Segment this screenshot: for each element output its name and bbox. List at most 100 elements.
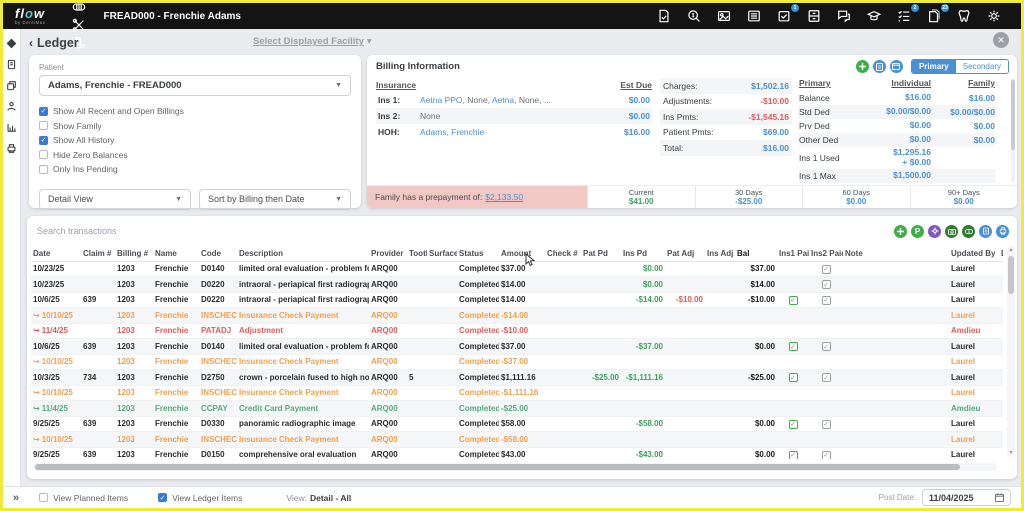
column-header-note[interactable]: Note	[843, 246, 949, 261]
transaction-row[interactable]: 10/23/25 1203FrenchieD0220 intraoral - p…	[31, 277, 1003, 293]
checkbox-icon[interactable]	[39, 493, 48, 502]
column-header-date[interactable]: Date	[31, 246, 81, 261]
transaction-row[interactable]: ↪10/10/25 1203FrenchieINSCHECK Insurance…	[31, 385, 1003, 401]
column-header-amount[interactable]: Amount	[499, 246, 545, 261]
primary-tab[interactable]: Primary	[912, 60, 956, 73]
camera-button[interactable]	[945, 225, 958, 238]
diamond-icon[interactable]	[6, 37, 18, 49]
close-button[interactable]: ✕	[993, 32, 1009, 48]
sort-mode-select[interactable]: Sort by Billing then Date▼	[199, 189, 351, 210]
add-payment-button[interactable]	[856, 60, 869, 73]
transaction-row[interactable]: 9/25/25 6391203FrenchieD0150 comprehensi…	[31, 447, 1003, 459]
filter-hide-zero-balances[interactable]: Hide Zero Balances	[39, 148, 351, 163]
transaction-row[interactable]: ↪11/4/25 1203FrenchieCCPAY Credit Card P…	[31, 401, 1003, 417]
vertical-scrollbar[interactable]: ▲▼	[1007, 246, 1015, 457]
ins2-paid-checkbox[interactable]: ✓	[822, 342, 831, 351]
ins1-paid-checkbox[interactable]: ✓	[789, 451, 798, 460]
facility-selector[interactable]: Select Displayed Facility▾	[253, 36, 372, 47]
ins1-paid-checkbox[interactable]: ✓	[789, 373, 798, 382]
ins1-paid-checkbox[interactable]: ✓	[789, 420, 798, 429]
patient-select[interactable]: Adams, Frenchie - FREAD000▼	[39, 75, 351, 96]
insurance-row[interactable]: Ins 1: Aetna PPO, None, Aetna, None, ...…	[376, 92, 652, 108]
prepayment-amount-link[interactable]: $2,133.50	[485, 192, 523, 202]
back-chevron-icon[interactable]: ‹	[29, 36, 33, 50]
filter-only-ins-pending[interactable]: Only Ins Pending	[39, 162, 351, 177]
checkbox-icon[interactable]	[39, 165, 48, 174]
flow-logo[interactable]: flow by DentiMax	[15, 7, 46, 26]
ins2-paid-checkbox[interactable]: ✓	[822, 420, 831, 429]
ins2-paid-checkbox[interactable]: ✓	[822, 280, 831, 289]
print-button[interactable]	[996, 225, 1009, 238]
column-header-billing-[interactable]: Billing #	[115, 246, 153, 261]
person-icon[interactable]	[6, 100, 18, 112]
view-planned-items-checkbox[interactable]: View Planned Items	[39, 493, 128, 503]
insurance-column-header[interactable]: Insurance	[376, 80, 416, 90]
column-header-status[interactable]: Status	[457, 246, 499, 261]
view-mode-select[interactable]: Detail View▼	[39, 189, 191, 210]
chart-icon[interactable]	[6, 121, 18, 133]
transaction-row[interactable]: 10/6/25 6391203FrenchieD0140 limited ora…	[31, 339, 1003, 355]
tooth-icon[interactable]	[952, 7, 976, 25]
insurance-row[interactable]: HOH: Adams, Frenchie $16.00	[376, 124, 652, 140]
column-header-bal[interactable]: Bal	[735, 246, 777, 261]
transaction-row[interactable]: 10/23/25 1203FrenchieD0140 limited oral …	[31, 261, 1003, 277]
expand-icon[interactable]: »	[13, 492, 19, 504]
transaction-row[interactable]: 10/6/25 6391203FrenchieD0220 intraoral -…	[31, 292, 1003, 308]
ins2-paid-checkbox[interactable]: ✓	[822, 296, 831, 305]
post-date-input[interactable]	[929, 493, 987, 503]
stack-icon[interactable]	[6, 79, 18, 91]
settings-icon[interactable]	[982, 7, 1006, 25]
secondary-tab[interactable]: Secondary	[956, 60, 1008, 73]
horizontal-scrollbar[interactable]	[33, 463, 997, 471]
checkbox-icon[interactable]	[39, 150, 48, 159]
checkbox-icon[interactable]: ✓	[39, 107, 48, 116]
transaction-row[interactable]: ↪10/10/25 1203FrenchieINSCHECK Insurance…	[31, 308, 1003, 324]
ins2-paid-checkbox[interactable]: ✓	[822, 265, 831, 274]
note-icon[interactable]	[6, 58, 18, 70]
documents-icon[interactable]: 23	[922, 7, 946, 25]
ins1-paid-checkbox[interactable]: ✓	[789, 342, 798, 351]
search-input[interactable]	[35, 223, 375, 239]
graduation-cap-icon[interactable]	[862, 7, 886, 25]
column-header-code[interactable]: Code	[199, 246, 237, 261]
column-header-provider[interactable]: Provider	[369, 246, 407, 261]
cabinet-icon[interactable]	[802, 7, 826, 25]
insurance-row[interactable]: Ins 2: None $0.00	[376, 108, 652, 124]
procedures-icon[interactable]	[67, 16, 91, 34]
checkbox-icon[interactable]	[39, 121, 48, 130]
add-button[interactable]	[894, 225, 907, 238]
statement-button[interactable]	[873, 60, 886, 73]
checkbox-icon[interactable]: ✓	[39, 136, 48, 145]
document-check-icon[interactable]	[652, 7, 676, 25]
search-dollar-icon[interactable]	[682, 7, 706, 25]
family-column-header[interactable]: Family	[931, 78, 995, 91]
column-header-pat-adj[interactable]: Pat Adj	[665, 246, 705, 261]
filter-show-all-history[interactable]: ✓ Show All History	[39, 133, 351, 148]
column-header-pat-pd[interactable]: Pat Pd	[581, 246, 621, 261]
column-header-name[interactable]: Name	[153, 246, 199, 261]
list-icon[interactable]	[742, 7, 766, 25]
filter-show-family[interactable]: Show Family	[39, 119, 351, 134]
transaction-row[interactable]: ↪10/10/25 1203FrenchieINSCHECK Insurance…	[31, 432, 1003, 448]
transaction-row[interactable]: 10/3/25 7341203FrenchieD2750 crown - por…	[31, 370, 1003, 386]
column-header-surface[interactable]: Surface	[427, 246, 457, 261]
column-header-claim-[interactable]: Claim #	[81, 246, 115, 261]
individual-column-header[interactable]: Individual	[865, 78, 931, 91]
ins2-paid-checkbox[interactable]: ✓	[822, 451, 831, 460]
primary-column-header[interactable]: Primary	[799, 78, 831, 91]
column-header-description[interactable]: Description	[237, 246, 369, 261]
view-ledger-items-checkbox[interactable]: ✓ View Ledger Items	[158, 493, 242, 503]
filter-show-all-recent-and-open-billings[interactable]: ✓ Show All Recent and Open Billings	[39, 104, 351, 119]
transaction-row[interactable]: ↪11/4/25 1203FrenchiePATADJ AdjustmentAR…	[31, 323, 1003, 339]
transaction-row[interactable]: ↪10/10/25 1203FrenchieINSCHECK Insurance…	[31, 354, 1003, 370]
column-header-tooth[interactable]: Tooth	[407, 246, 427, 261]
est-due-column-header[interactable]: Est Due	[620, 80, 652, 90]
payment-card-button[interactable]	[890, 60, 903, 73]
checklist-icon[interactable]: 2	[892, 7, 916, 25]
calendar-check-icon[interactable]: 1	[772, 7, 796, 25]
pill-button[interactable]	[962, 225, 975, 238]
dentures-icon[interactable]	[67, 0, 91, 16]
ins1-paid-checkbox[interactable]: ✓	[789, 296, 798, 305]
column-header-ins-pd[interactable]: Ins Pd	[621, 246, 665, 261]
transaction-row[interactable]: 9/25/25 6391203FrenchieD0330 panoramic r…	[31, 416, 1003, 432]
